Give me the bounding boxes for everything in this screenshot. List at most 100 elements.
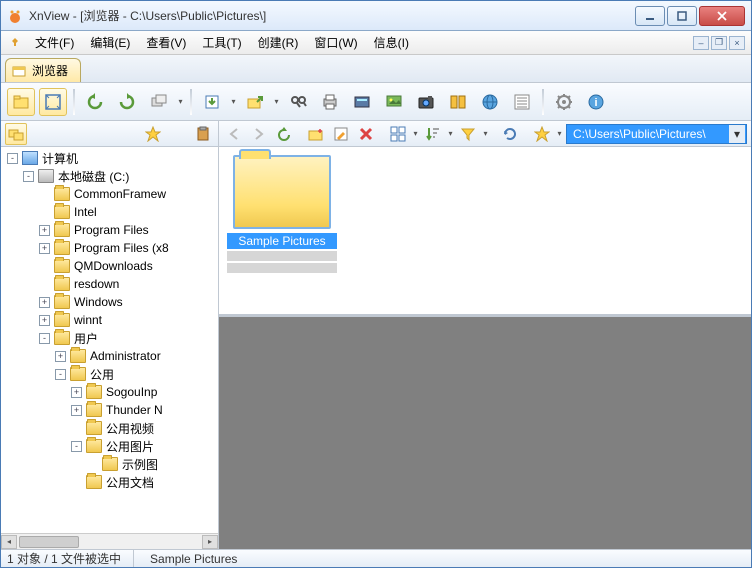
capture-button[interactable] [412, 88, 440, 116]
view-mode-dropdown[interactable]: ▾ [412, 129, 419, 138]
tree-row[interactable]: +Program Files (x8 [1, 239, 218, 257]
about-button[interactable]: i [582, 88, 610, 116]
nav-back-button[interactable] [223, 123, 245, 145]
menu-window[interactable]: 窗口(W) [306, 31, 365, 54]
tree-row[interactable]: -计算机 [1, 149, 218, 167]
menu-tools[interactable]: 工具(T) [194, 31, 249, 54]
mdi-restore-button[interactable]: ❐ [711, 36, 727, 50]
path-input[interactable]: C:\Users\Public\Pictures\ ▾ [566, 124, 747, 144]
expand-icon[interactable]: + [39, 315, 50, 326]
tree-row[interactable]: 公用视频 [1, 419, 218, 437]
rotate-right-button[interactable] [113, 88, 141, 116]
tree-folders-button[interactable] [5, 123, 27, 145]
mdi-close-button[interactable]: × [729, 36, 745, 50]
pin-icon[interactable] [7, 35, 23, 51]
tab-browser[interactable]: 浏览器 [5, 58, 81, 82]
tree-row[interactable]: +Program Files [1, 221, 218, 239]
sort-button[interactable] [422, 123, 444, 145]
tree-row[interactable]: Intel [1, 203, 218, 221]
nav-forward-button[interactable] [248, 123, 270, 145]
print-button[interactable] [316, 88, 344, 116]
tree-row[interactable]: +SogouInp [1, 383, 218, 401]
collapse-icon[interactable]: - [39, 333, 50, 344]
tree-row[interactable]: -本地磁盘 (C:) [1, 167, 218, 185]
collapse-icon[interactable]: - [23, 171, 34, 182]
scroll-left-button[interactable]: ◂ [1, 535, 17, 549]
web-button[interactable] [476, 88, 504, 116]
tree-row[interactable]: +Administrator [1, 347, 218, 365]
rename-button[interactable] [330, 123, 352, 145]
batch-button[interactable] [145, 88, 173, 116]
tree-row[interactable]: 公用文档 [1, 473, 218, 491]
expand-icon[interactable]: + [71, 405, 82, 416]
settings-button[interactable] [550, 88, 578, 116]
tree-label: 公用视频 [106, 420, 154, 437]
favorites-add-button[interactable] [142, 123, 164, 145]
expand-icon[interactable]: + [39, 225, 50, 236]
menu-create[interactable]: 创建(R) [250, 31, 307, 54]
scroll-right-button[interactable]: ▸ [202, 535, 218, 549]
maximize-button[interactable] [667, 6, 697, 26]
expand-icon[interactable]: + [39, 297, 50, 308]
mdi-minimize-button[interactable]: – [693, 36, 709, 50]
tree-row[interactable]: 示例图 [1, 455, 218, 473]
delete-button[interactable] [355, 123, 377, 145]
export-dropdown[interactable]: ▾ [273, 97, 280, 106]
menu-view[interactable]: 查看(V) [138, 31, 194, 54]
import-button[interactable] [198, 88, 226, 116]
thumbnail-area[interactable]: Sample Pictures [219, 147, 751, 317]
tree-row[interactable]: -公用图片 [1, 437, 218, 455]
favorite-dropdown[interactable]: ▾ [556, 129, 563, 138]
collapse-icon[interactable]: - [55, 369, 66, 380]
thumbnail-meta [227, 263, 337, 273]
list-button[interactable] [508, 88, 536, 116]
tree-row[interactable]: +Windows [1, 293, 218, 311]
scroll-thumb[interactable] [19, 536, 79, 548]
folder-thumbnail[interactable]: Sample Pictures [227, 155, 337, 273]
filter-dropdown[interactable]: ▾ [482, 129, 489, 138]
rotate-left-button[interactable] [81, 88, 109, 116]
scan-button[interactable] [348, 88, 376, 116]
tree-row[interactable]: -用户 [1, 329, 218, 347]
collapse-icon[interactable]: - [71, 441, 82, 452]
expand-icon[interactable]: + [71, 387, 82, 398]
tree-row[interactable]: +Thunder N [1, 401, 218, 419]
path-dropdown-button[interactable]: ▾ [729, 125, 745, 143]
folder-icon [54, 223, 70, 237]
clipboard-button[interactable] [192, 123, 214, 145]
search-button[interactable] [284, 88, 312, 116]
expand-icon[interactable]: + [55, 351, 66, 362]
tree-row[interactable]: QMDownloads [1, 257, 218, 275]
new-folder-button[interactable] [305, 123, 327, 145]
sort-dropdown[interactable]: ▾ [447, 129, 454, 138]
tree-row[interactable]: CommonFramew [1, 185, 218, 203]
menubar: 文件(F) 编辑(E) 查看(V) 工具(T) 创建(R) 窗口(W) 信息(I… [1, 31, 751, 55]
expander-blank [39, 207, 50, 218]
filter-button[interactable] [457, 123, 479, 145]
tree-row[interactable]: resdown [1, 275, 218, 293]
nav-up-button[interactable] [273, 123, 295, 145]
fullscreen-button[interactable] [39, 88, 67, 116]
view-mode-button[interactable] [387, 123, 409, 145]
folder-tree[interactable]: -计算机-本地磁盘 (C:)CommonFramewIntel+Program … [1, 147, 218, 533]
expand-icon[interactable]: + [39, 243, 50, 254]
tree-row[interactable]: -公用 [1, 365, 218, 383]
favorite-star-button[interactable] [531, 123, 553, 145]
collapse-icon[interactable]: - [7, 153, 18, 164]
refresh-button[interactable] [499, 123, 521, 145]
open-button[interactable] [7, 88, 35, 116]
menu-info[interactable]: 信息(I) [366, 31, 417, 54]
menu-edit[interactable]: 编辑(E) [82, 31, 138, 54]
import-dropdown[interactable]: ▾ [230, 97, 237, 106]
tree-hscrollbar[interactable]: ◂ ▸ [1, 533, 218, 549]
menu-file[interactable]: 文件(F) [27, 31, 82, 54]
close-button[interactable] [699, 6, 745, 26]
compare-button[interactable] [444, 88, 472, 116]
tree-row[interactable]: +winnt [1, 311, 218, 329]
preview-area[interactable] [219, 317, 751, 549]
tabbar: 浏览器 [1, 55, 751, 83]
export-button[interactable] [241, 88, 269, 116]
slideshow-button[interactable] [380, 88, 408, 116]
minimize-button[interactable] [635, 6, 665, 26]
batch-dropdown[interactable]: ▾ [177, 97, 184, 106]
